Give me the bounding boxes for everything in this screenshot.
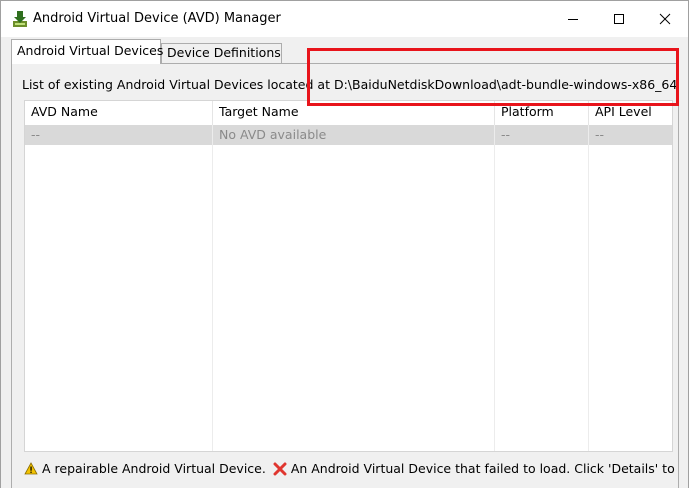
- column-divider: [588, 125, 589, 451]
- column-divider: [212, 125, 213, 451]
- close-button[interactable]: [642, 1, 688, 37]
- avd-location-label: List of existing Android Virtual Devices…: [22, 77, 334, 92]
- background-strip: [0, 488, 689, 498]
- maximize-icon: [614, 14, 624, 24]
- tab-device-definitions[interactable]: Device Definitions: [161, 43, 282, 63]
- close-icon: [659, 13, 671, 25]
- column-divider: [494, 125, 495, 451]
- cell-target-name: No AVD available: [219, 127, 327, 142]
- cell-api-level: --: [595, 127, 605, 142]
- title-bar[interactable]: Android Virtual Device (AVD) Manager: [1, 1, 688, 37]
- error-x-icon: [273, 462, 287, 475]
- repairable-legend-text: A repairable Android Virtual Device.: [41, 461, 266, 476]
- window-title: Android Virtual Device (AVD) Manager: [33, 11, 281, 26]
- minimize-button[interactable]: [550, 1, 596, 37]
- warning-icon: [24, 462, 38, 475]
- android-download-icon: [13, 11, 27, 27]
- table-row[interactable]: -- No AVD available -- --: [25, 125, 672, 145]
- avd-table[interactable]: AVD Name Target Name Platform API Level …: [24, 100, 673, 452]
- failed-legend-text: An Android Virtual Device that failed to…: [290, 461, 679, 476]
- status-legend: A repairable Android Virtual Device. An …: [24, 460, 679, 476]
- cell-platform: --: [501, 127, 511, 142]
- maximize-button[interactable]: [596, 1, 642, 37]
- minimize-icon: [568, 19, 578, 20]
- column-header-avd-name[interactable]: AVD Name: [25, 101, 213, 125]
- avd-manager-window: Android Virtual Device (AVD) Manager And…: [0, 0, 689, 498]
- annotation-highlight-box: [307, 48, 679, 106]
- tab-android-virtual-devices[interactable]: Android Virtual Devices: [11, 39, 163, 64]
- cell-avd-name: --: [31, 127, 41, 142]
